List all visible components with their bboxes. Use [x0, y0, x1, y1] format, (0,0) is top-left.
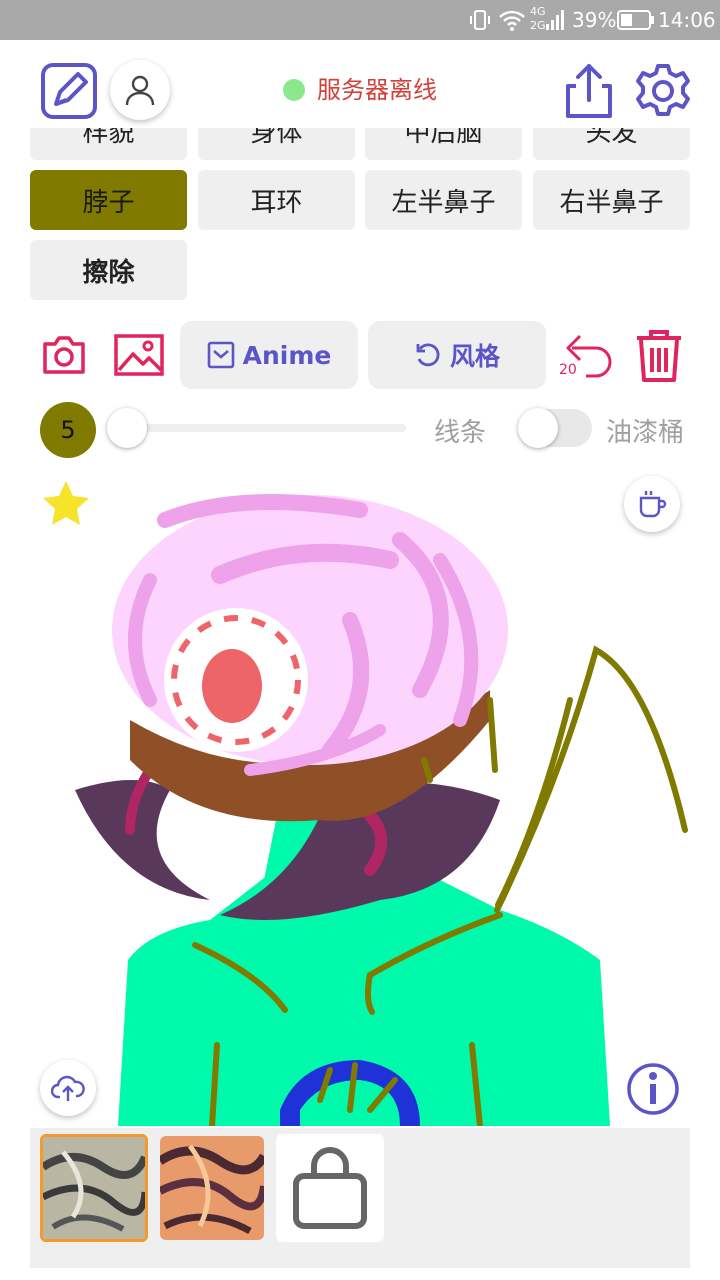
- gear-icon[interactable]: [634, 62, 692, 120]
- share-icon[interactable]: [562, 62, 616, 120]
- part-button-earring[interactable]: 耳环: [198, 170, 355, 230]
- thumbnail-image: [43, 1137, 145, 1239]
- image-icon[interactable]: [114, 334, 164, 376]
- server-status-dot: [283, 79, 305, 101]
- style-button[interactable]: 风格: [368, 321, 546, 389]
- fill-mode-toggle-knob: [518, 408, 558, 448]
- user-button[interactable]: [110, 60, 170, 120]
- part-button[interactable]: 中后脑: [365, 128, 522, 160]
- clock: 14:06: [658, 8, 716, 32]
- thumbnail-image: [160, 1136, 264, 1240]
- upload-button[interactable]: [40, 1060, 96, 1116]
- drawing-canvas[interactable]: [0, 466, 720, 1126]
- camera-icon[interactable]: [42, 334, 86, 376]
- star-icon[interactable]: [41, 479, 91, 527]
- cloud-upload-icon: [51, 1075, 85, 1101]
- part-button-left-nose[interactable]: 左半鼻子: [365, 170, 522, 230]
- brush-size-slider-thumb[interactable]: [107, 408, 147, 448]
- edit-icon[interactable]: [40, 62, 98, 120]
- brush-size-slider-track[interactable]: [114, 424, 406, 432]
- network-type-bottom: 2G: [530, 19, 546, 32]
- user-icon: [125, 75, 155, 106]
- style-label: 风格: [449, 342, 500, 371]
- vibrate-icon: [470, 10, 490, 30]
- part-button[interactable]: 身体: [198, 128, 355, 160]
- undo-count: 20: [559, 362, 577, 378]
- status-bar: 4G 2G 39% 14:06: [0, 0, 720, 40]
- part-button[interactable]: 头发: [533, 128, 690, 160]
- part-button-neck[interactable]: 脖子: [30, 170, 187, 230]
- info-icon[interactable]: [626, 1062, 680, 1116]
- battery-icon: [617, 10, 654, 30]
- anime-button[interactable]: Anime: [180, 321, 358, 389]
- brush-size-badge: 5: [40, 402, 96, 458]
- shopping-bag-icon: [293, 1147, 367, 1229]
- coffee-icon: [639, 491, 667, 518]
- style-thumbnail-1[interactable]: [40, 1134, 148, 1242]
- battery-percent: 39%: [572, 8, 617, 32]
- trash-icon[interactable]: [633, 328, 685, 382]
- wifi-icon: [499, 10, 525, 31]
- style-thumbnail-2[interactable]: [160, 1136, 264, 1240]
- refresh-icon: [416, 343, 440, 367]
- line-mode-label: 线条: [434, 418, 487, 448]
- sketch-drawing: [75, 494, 688, 1126]
- fill-mode-toggle[interactable]: [518, 408, 592, 448]
- erase-button[interactable]: 擦除: [30, 240, 187, 300]
- part-button[interactable]: 样貌: [30, 128, 187, 160]
- server-status-text: 服务器离线: [317, 76, 437, 104]
- anime-label: Anime: [242, 340, 332, 370]
- store-button[interactable]: [276, 1134, 384, 1242]
- signal-icon: [546, 10, 564, 30]
- bucket-mode-label: 油漆桶: [606, 418, 685, 448]
- anime-style-icon: [207, 341, 234, 369]
- part-button-right-nose[interactable]: 右半鼻子: [533, 170, 690, 230]
- thumbnail-tray: [30, 1128, 690, 1268]
- parts-partial-row: 样貌 身体 中后脑 头发: [0, 128, 720, 160]
- coffee-button[interactable]: [624, 476, 680, 532]
